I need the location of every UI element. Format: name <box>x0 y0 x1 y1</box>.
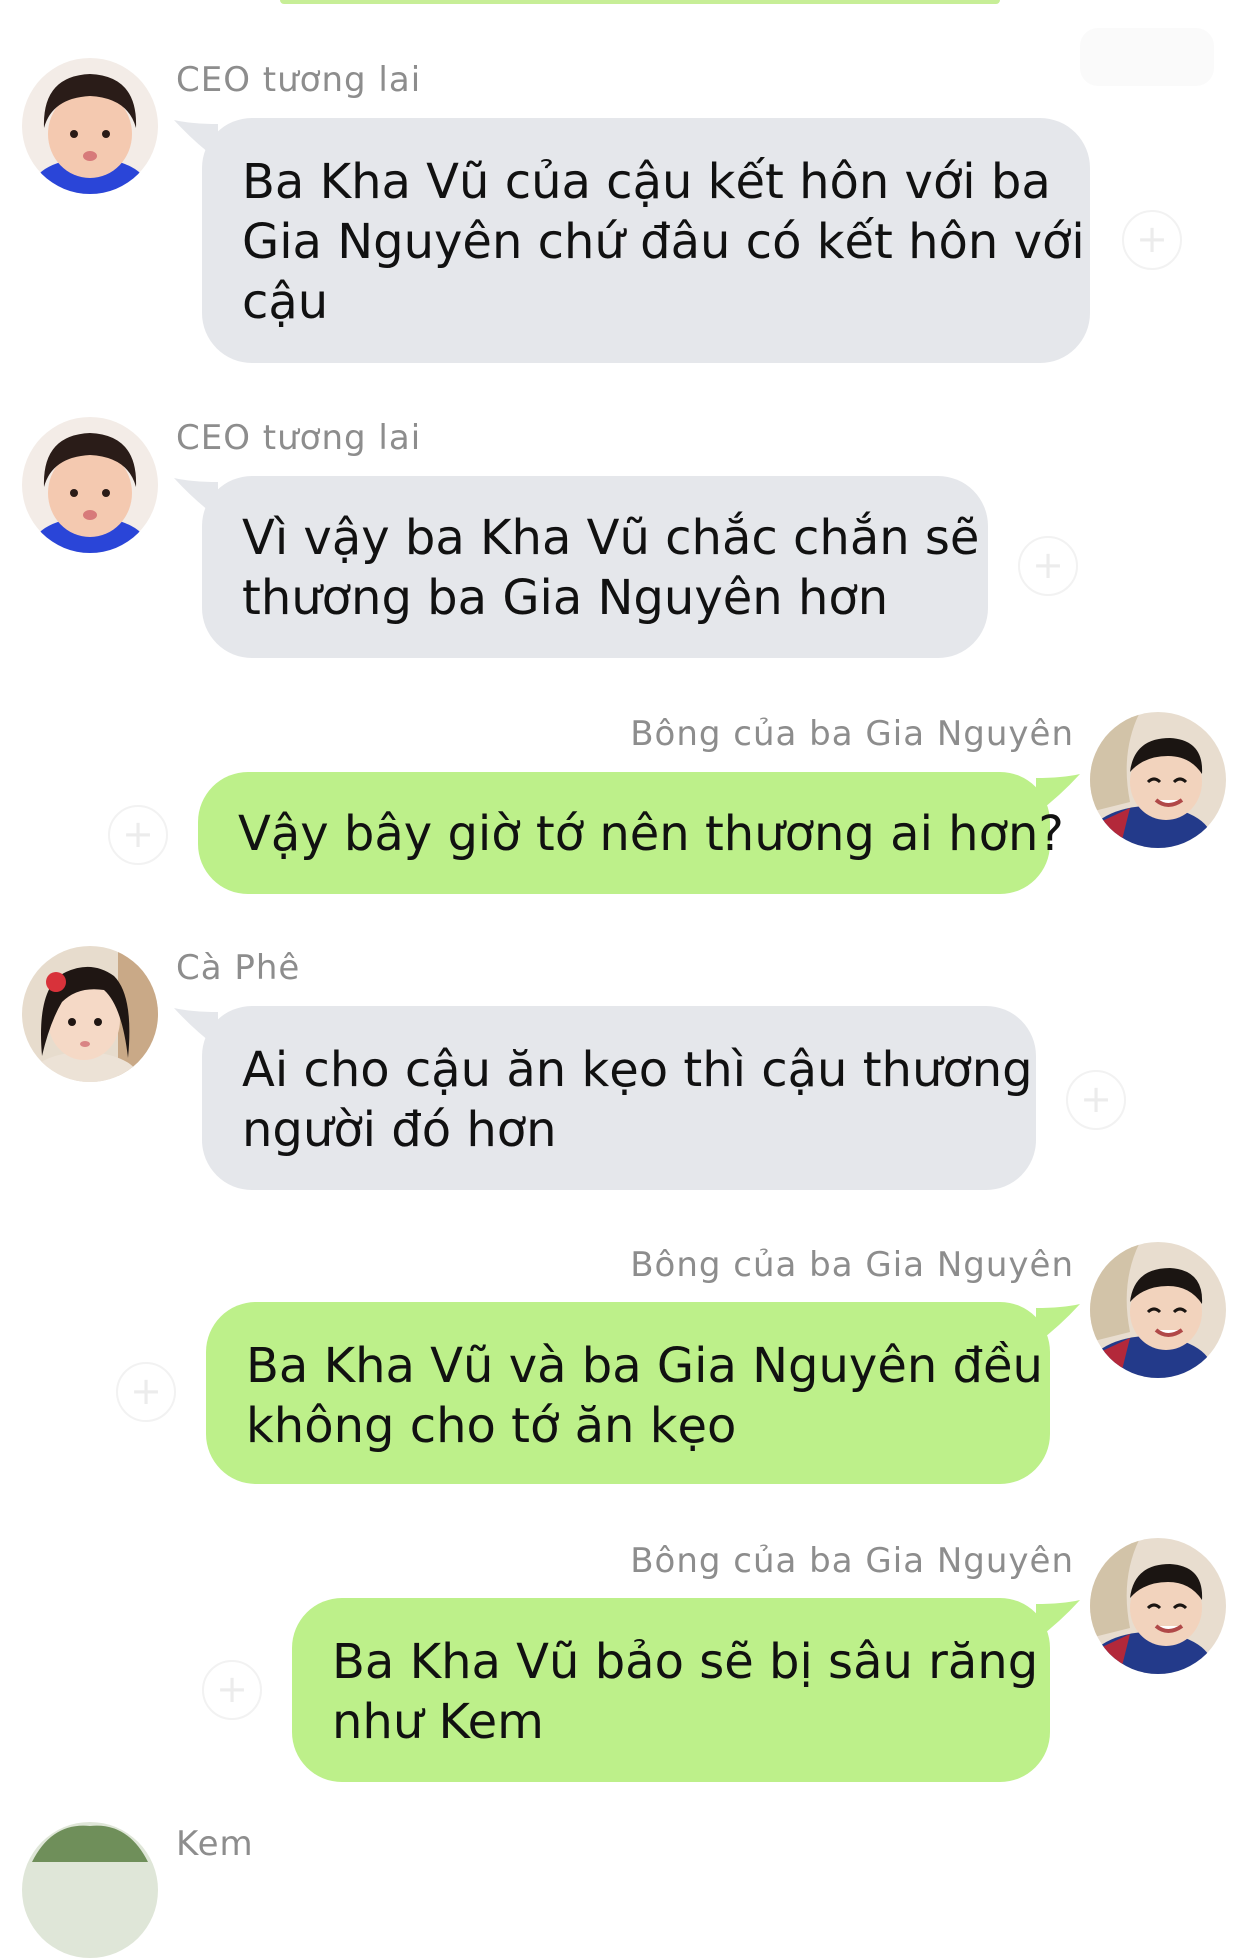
bubble-tail <box>1036 1304 1080 1344</box>
avatar-ca-phe[interactable] <box>22 946 158 1082</box>
avatar-ceo-image <box>22 58 158 194</box>
avatar-ceo-tuong-lai[interactable] <box>22 58 158 194</box>
message-bubble[interactable]: Ai cho cậu ăn kẹo thì cậu thương người đ… <box>202 1006 1036 1190</box>
avatar-bong-image <box>1090 1538 1226 1674</box>
sender-name: Cà Phê <box>176 948 301 988</box>
message-bubble[interactable]: Ba Kha Vũ và ba Gia Nguyên đều không cho… <box>206 1302 1050 1484</box>
message-text-line: Ba Kha Vũ bảo sẽ bị sâu răng <box>332 1634 1039 1690</box>
sender-name: Bông của ba Gia Nguyên <box>630 1245 1074 1285</box>
message-text-line: cậu <box>242 274 329 330</box>
add-reaction-icon[interactable]: + <box>1018 536 1078 596</box>
faded-header-chip <box>1080 28 1214 86</box>
avatar-bong-image <box>1090 1242 1226 1378</box>
add-reaction-icon[interactable]: + <box>108 805 168 865</box>
add-reaction-icon[interactable]: + <box>116 1362 176 1422</box>
message-text-line: không cho tớ ăn kẹo <box>246 1398 737 1454</box>
message-bubble[interactable]: Vì vậy ba Kha Vũ chắc chắn sẽ thương ba … <box>202 476 988 658</box>
sender-name: CEO tương lai <box>176 60 422 100</box>
message-text-line: Ba Kha Vũ của cậu kết hôn với ba <box>242 154 1051 210</box>
message-text-line: Gia Nguyên chứ đâu có kết hôn với <box>242 214 1085 270</box>
avatar-ceo-image <box>22 417 158 553</box>
message-text-line: Ba Kha Vũ và ba Gia Nguyên đều <box>246 1338 1043 1394</box>
message-text-line: thương ba Gia Nguyên hơn <box>242 570 889 626</box>
add-reaction-icon[interactable]: + <box>1066 1070 1126 1130</box>
add-reaction-icon[interactable]: + <box>1122 210 1182 270</box>
sender-name: Bông của ba Gia Nguyên <box>630 714 1074 754</box>
message-text-line: người đó hơn <box>242 1102 557 1158</box>
avatar-kem[interactable] <box>22 1822 158 1958</box>
bubble-tail <box>1036 1600 1080 1640</box>
avatar-bong[interactable] <box>1090 1242 1226 1378</box>
avatar-bong-image <box>1090 712 1226 848</box>
bubble-tail <box>1036 774 1080 814</box>
message-bubble[interactable]: Vậy bây giờ tớ nên thương ai hơn? <box>198 772 1064 894</box>
avatar-kem-image <box>22 1822 158 1958</box>
message-text-line: Vậy bây giờ tớ nên thương ai hơn? <box>238 806 1064 862</box>
message-text-line: như Kem <box>332 1694 544 1750</box>
avatar-bong[interactable] <box>1090 712 1226 848</box>
avatar-bong[interactable] <box>1090 1538 1226 1674</box>
sender-name: Bông của ba Gia Nguyên <box>630 1541 1074 1581</box>
message-bubble[interactable]: Ba Kha Vũ của cậu kết hôn với ba Gia Ngu… <box>202 118 1090 363</box>
previous-message-edge <box>280 0 1000 4</box>
message-text-line: Vì vậy ba Kha Vũ chắc chắn sẽ <box>242 510 980 566</box>
message-bubble[interactable]: Ba Kha Vũ bảo sẽ bị sâu răng như Kem <box>292 1598 1050 1782</box>
avatar-ceo-tuong-lai[interactable] <box>22 417 158 553</box>
add-reaction-icon[interactable]: + <box>202 1660 262 1720</box>
message-text-line: Ai cho cậu ăn kẹo thì cậu thương <box>242 1042 1033 1098</box>
avatar-ca-phe-image <box>22 946 158 1082</box>
sender-name: CEO tương lai <box>176 418 422 458</box>
sender-name: Kem <box>176 1824 254 1864</box>
